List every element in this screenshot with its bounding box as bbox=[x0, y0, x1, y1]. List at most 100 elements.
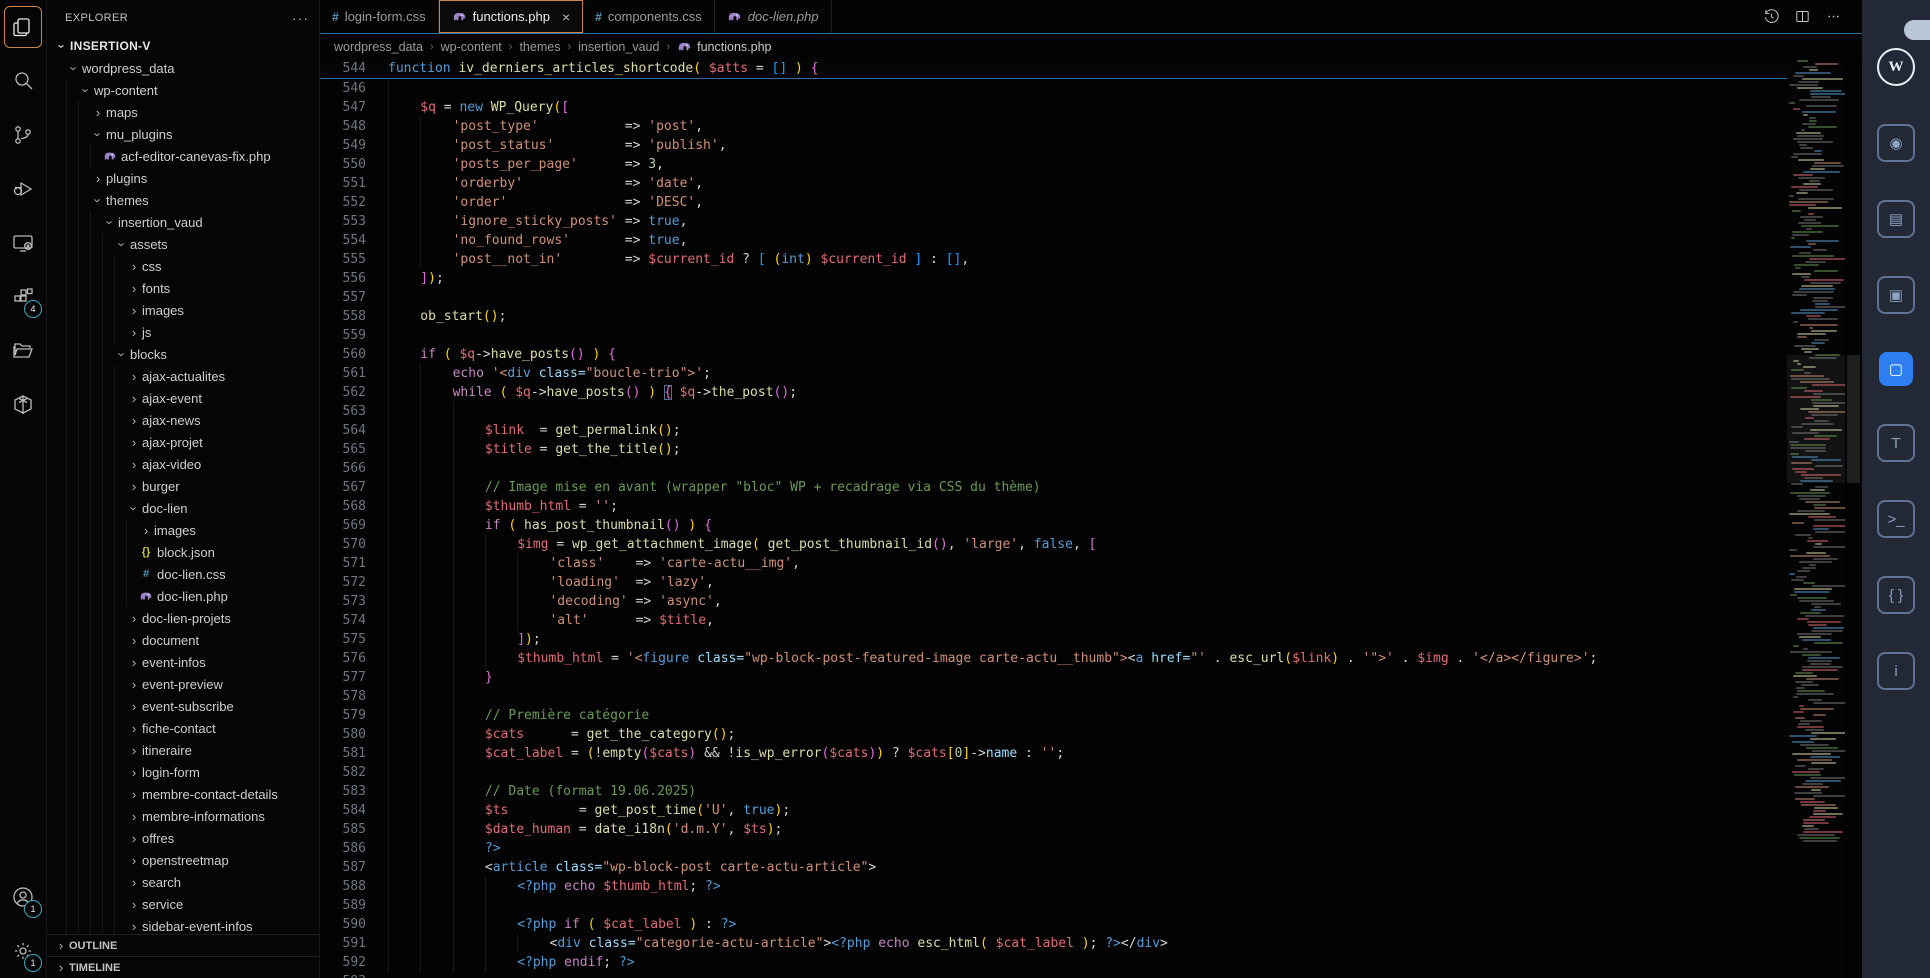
split-editor-icon[interactable] bbox=[1794, 8, 1811, 25]
code-line-559[interactable]: 559 bbox=[320, 326, 1787, 345]
code-line-568[interactable]: 568$thumb_html = ''; bbox=[320, 497, 1787, 516]
code-line-582[interactable]: 582 bbox=[320, 763, 1787, 782]
code-line-578[interactable]: 578 bbox=[320, 687, 1787, 706]
remote-explorer-icon[interactable] bbox=[0, 216, 46, 270]
code-line-565[interactable]: 565$title = get_the_title(); bbox=[320, 440, 1787, 459]
code-line-556[interactable]: 556]); bbox=[320, 269, 1787, 288]
tree-item-assets[interactable]: ›assets bbox=[47, 233, 319, 255]
sticky-scroll-line[interactable]: 544function iv_derniers_articles_shortco… bbox=[320, 59, 1787, 79]
code-line-555[interactable]: 555'post__not_in' => $current_id ? [ (in… bbox=[320, 250, 1787, 269]
code-line-576[interactable]: 576$thumb_html = '<figure class="wp-bloc… bbox=[320, 649, 1787, 668]
tree-item-doc-lien[interactable]: ›doc-lien bbox=[47, 497, 319, 519]
code-line-550[interactable]: 550'posts_per_page' => 3, bbox=[320, 155, 1787, 174]
tree-item-doc-lien.php[interactable]: doc-lien.php bbox=[47, 585, 319, 607]
tree-item-plugins[interactable]: ›plugins bbox=[47, 167, 319, 189]
explorer-icon[interactable] bbox=[0, 0, 46, 54]
timeline-section[interactable]: › TIMELINE bbox=[47, 956, 319, 978]
code-line-587[interactable]: 587<article class="wp-block-post carte-a… bbox=[320, 858, 1787, 877]
scrollbar-thumb[interactable] bbox=[1847, 355, 1860, 483]
tree-item-ajax-actualites[interactable]: ›ajax-actualites bbox=[47, 365, 319, 387]
tree-item-block.json[interactable]: {}block.json bbox=[47, 541, 319, 563]
code-line-562[interactable]: 562while ( $q->have_posts() ) { $q->the_… bbox=[320, 383, 1787, 402]
code-line-563[interactable]: 563 bbox=[320, 402, 1787, 421]
vertical-scrollbar[interactable] bbox=[1845, 59, 1862, 978]
tree-item-itineraire[interactable]: ›itineraire bbox=[47, 739, 319, 761]
breadcrumb-wp-content[interactable]: wp-content bbox=[441, 40, 502, 54]
code-line-592[interactable]: 592<?php endif; ?> bbox=[320, 953, 1787, 972]
tree-item-service[interactable]: ›service bbox=[47, 893, 319, 915]
code-line-558[interactable]: 558ob_start(); bbox=[320, 307, 1787, 326]
code-line-571[interactable]: 571'class' => 'carte-actu__img', bbox=[320, 554, 1787, 573]
code-line-561[interactable]: 561echo '<div class="boucle-trio">'; bbox=[320, 364, 1787, 383]
code-line-544[interactable]: 544function iv_derniers_articles_shortco… bbox=[320, 59, 1787, 78]
code-line-564[interactable]: 564$link = get_permalink(); bbox=[320, 421, 1787, 440]
code-line-549[interactable]: 549'post_status' => 'publish', bbox=[320, 136, 1787, 155]
code-line-579[interactable]: 579// Première catégorie bbox=[320, 706, 1787, 725]
tree-item-INSERTION-V[interactable]: ›INSERTION-V bbox=[47, 35, 319, 57]
tree-item-acf-editor-canevas-fix.php[interactable]: acf-editor-canevas-fix.php bbox=[47, 145, 319, 167]
explorer-more-actions-icon[interactable]: ··· bbox=[292, 10, 309, 26]
tree-item-insertion_vaud[interactable]: ›insertion_vaud bbox=[47, 211, 319, 233]
pages-icon[interactable]: ▤ bbox=[1877, 200, 1915, 238]
settings-gear-icon[interactable]: 1 bbox=[0, 924, 46, 978]
wordpress-icon[interactable]: W bbox=[1877, 48, 1915, 86]
tab-functions.php[interactable]: functions.php× bbox=[439, 0, 584, 33]
code-line-581[interactable]: 581$cat_label = (!empty($cats) && !is_wp… bbox=[320, 744, 1787, 763]
tree-item-ajax-news[interactable]: ›ajax-news bbox=[47, 409, 319, 431]
tree-item-ajax-projet[interactable]: ›ajax-projet bbox=[47, 431, 319, 453]
tree-item-document[interactable]: ›document bbox=[47, 629, 319, 651]
tab-components.css[interactable]: #components.css bbox=[583, 0, 715, 33]
tree-item-themes[interactable]: ›themes bbox=[47, 189, 319, 211]
tree-item-sidebar-event-infos[interactable]: ›sidebar-event-infos bbox=[47, 915, 319, 934]
code-line-590[interactable]: 590<?php if ( $cat_label ) : ?> bbox=[320, 915, 1787, 934]
code-line-566[interactable]: 566 bbox=[320, 459, 1787, 478]
code-line-547[interactable]: 547$q = new WP_Query([ bbox=[320, 98, 1787, 117]
code-line-591[interactable]: 591<div class="categorie-actu-article"><… bbox=[320, 934, 1787, 953]
outline-section[interactable]: › OUTLINE bbox=[47, 934, 319, 956]
code-line-588[interactable]: 588<?php echo $thumb_html; ?> bbox=[320, 877, 1787, 896]
code-line-560[interactable]: 560if ( $q->have_posts() ) { bbox=[320, 345, 1787, 364]
tree-item-ajax-event[interactable]: ›ajax-event bbox=[47, 387, 319, 409]
tab-login-form.css[interactable]: #login-form.css bbox=[320, 0, 439, 33]
code-line-593[interactable]: 593 bbox=[320, 972, 1787, 978]
active-tool-icon[interactable]: ▢ bbox=[1879, 352, 1913, 386]
tree-item-js[interactable]: ›js bbox=[47, 321, 319, 343]
code-line-548[interactable]: 548'post_type' => 'post', bbox=[320, 117, 1787, 136]
tree-item-openstreetmap[interactable]: ›openstreetmap bbox=[47, 849, 319, 871]
code-line-557[interactable]: 557 bbox=[320, 288, 1787, 307]
code-line-570[interactable]: 570$img = wp_get_attachment_image( get_p… bbox=[320, 535, 1787, 554]
tree-item-event-preview[interactable]: ›event-preview bbox=[47, 673, 319, 695]
tree-item-event-infos[interactable]: ›event-infos bbox=[47, 651, 319, 673]
tree-item-doc-lien.css[interactable]: #doc-lien.css bbox=[47, 563, 319, 585]
code-line-589[interactable]: 589 bbox=[320, 896, 1787, 915]
code-icon[interactable]: { } bbox=[1877, 576, 1915, 614]
code-line-552[interactable]: 552'order' => 'DESC', bbox=[320, 193, 1787, 212]
terminal-icon[interactable]: >_ bbox=[1877, 500, 1915, 538]
code-lines[interactable]: 546547$q = new WP_Query([548'post_type' … bbox=[320, 79, 1787, 978]
tree-item-wp-content[interactable]: ›wp-content bbox=[47, 79, 319, 101]
tree-item-doc-lien-projets[interactable]: ›doc-lien-projets bbox=[47, 607, 319, 629]
minimap[interactable] bbox=[1787, 59, 1845, 978]
tree-item-fonts[interactable]: ›fonts bbox=[47, 277, 319, 299]
breadcrumb-wordpress_data[interactable]: wordpress_data bbox=[334, 40, 423, 54]
code-line-546[interactable]: 546 bbox=[320, 79, 1787, 98]
dock-handle[interactable] bbox=[1904, 20, 1930, 40]
tree-item-wordpress_data[interactable]: ›wordpress_data bbox=[47, 57, 319, 79]
tree-item-burger[interactable]: ›burger bbox=[47, 475, 319, 497]
code-line-577[interactable]: 577} bbox=[320, 668, 1787, 687]
breadcrumb-themes[interactable]: themes bbox=[519, 40, 560, 54]
tree-item-mu_plugins[interactable]: ›mu_plugins bbox=[47, 123, 319, 145]
tree-item-images[interactable]: ›images bbox=[47, 519, 319, 541]
search-icon[interactable] bbox=[0, 54, 46, 108]
tree-item-fiche-contact[interactable]: ›fiche-contact bbox=[47, 717, 319, 739]
code-line-574[interactable]: 574'alt' => $title, bbox=[320, 611, 1787, 630]
breadcrumb-insertion_vaud[interactable]: insertion_vaud bbox=[578, 40, 659, 54]
tree-item-membre-contact-details[interactable]: ›membre-contact-details bbox=[47, 783, 319, 805]
tree-item-maps[interactable]: ›maps bbox=[47, 101, 319, 123]
code-line-554[interactable]: 554'no_found_rows' => true, bbox=[320, 231, 1787, 250]
folder-icon[interactable] bbox=[0, 324, 46, 378]
timeline-history-icon[interactable] bbox=[1763, 8, 1780, 25]
package-icon[interactable] bbox=[0, 378, 46, 432]
tab-doc-lien.php[interactable]: doc-lien.php bbox=[715, 0, 832, 33]
code-line-569[interactable]: 569if ( has_post_thumbnail() ) { bbox=[320, 516, 1787, 535]
